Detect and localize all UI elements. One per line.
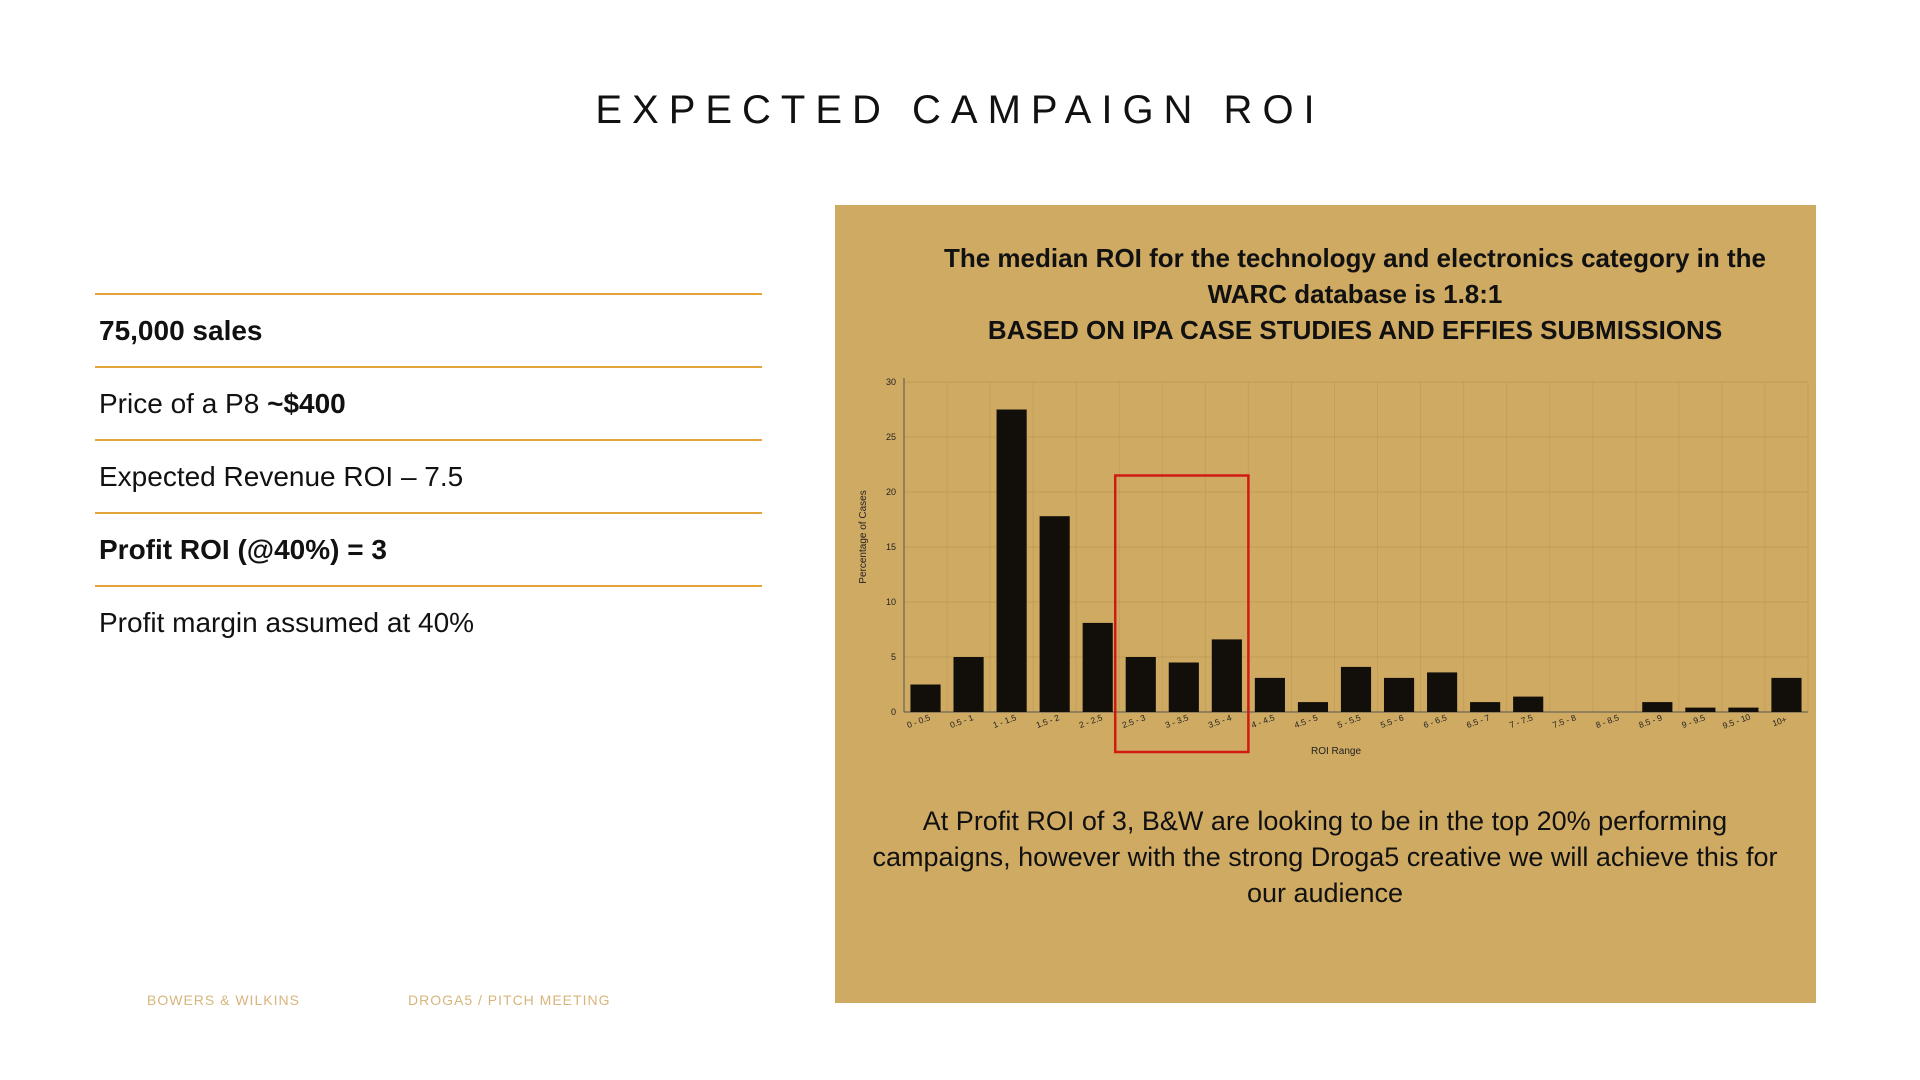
stat-margin: Profit margin assumed at 40% bbox=[95, 585, 762, 658]
bar bbox=[1513, 696, 1544, 712]
bar bbox=[1297, 702, 1329, 712]
x-tick-label: 1 - 1.5 bbox=[992, 712, 1018, 730]
chart-heading-line-1: The median ROI for the technology and el… bbox=[943, 243, 1767, 273]
x-tick-label: 0 - 0.5 bbox=[905, 712, 931, 730]
chart-footnote: At Profit ROI of 3, B&W are looking to b… bbox=[872, 806, 1778, 908]
bar bbox=[1168, 662, 1199, 712]
bar bbox=[1254, 677, 1285, 712]
bar bbox=[1039, 516, 1070, 712]
y-tick-label: 20 bbox=[886, 487, 896, 497]
bar bbox=[1427, 672, 1458, 712]
stat-profit-roi-text: Profit ROI (@40%) = 3 bbox=[99, 533, 387, 565]
x-tick-label: 7 - 7.5 bbox=[1508, 712, 1534, 730]
chart-axes bbox=[903, 378, 1808, 713]
y-tick-label: 10 bbox=[886, 597, 896, 607]
x-tick-label: 9.5 - 10 bbox=[1721, 711, 1752, 730]
y-tick-label: 25 bbox=[886, 432, 896, 442]
stat-price-label: Price of a P8 bbox=[99, 387, 268, 419]
x-tick-label: 9 - 9.5 bbox=[1680, 712, 1706, 730]
stat-margin-text: Profit margin assumed at 40% bbox=[99, 606, 475, 638]
x-axis-label: ROI Range bbox=[1311, 746, 1361, 757]
stat-price-value: ~$400 bbox=[267, 387, 346, 419]
bar bbox=[1383, 677, 1415, 712]
x-tick-label: 6.5 - 7 bbox=[1465, 712, 1491, 730]
y-tick-label: 5 bbox=[891, 652, 896, 662]
y-tick-label: 30 bbox=[886, 377, 896, 387]
x-tick-label: 4.5 - 5 bbox=[1293, 712, 1319, 730]
bar bbox=[1125, 657, 1156, 712]
x-tick-label: 1.5 - 2 bbox=[1035, 712, 1061, 730]
x-tick-label: 3 - 3.5 bbox=[1164, 712, 1190, 730]
bar bbox=[910, 684, 941, 712]
stat-price: Price of a P8 ~$400 bbox=[95, 366, 762, 439]
bar bbox=[1082, 622, 1113, 712]
y-axis-label: Percentage of Cases bbox=[858, 490, 869, 583]
chart-heading-line-2: WARC database is 1.8:1 bbox=[1207, 279, 1503, 309]
stat-revenue-roi: Expected Revenue ROI – 7.5 bbox=[95, 439, 762, 512]
bar bbox=[953, 657, 984, 712]
x-tick-label: 2.5 - 3 bbox=[1121, 712, 1147, 730]
bar bbox=[1642, 702, 1673, 712]
footer-meeting: DROGA5 / PITCH MEETING bbox=[408, 992, 611, 1008]
stat-revenue-roi-text: Expected Revenue ROI – 7.5 bbox=[99, 460, 464, 492]
x-tick-label: 10+ bbox=[1771, 714, 1788, 728]
x-tick-label: 8 - 8.5 bbox=[1594, 712, 1620, 730]
bar bbox=[1771, 677, 1802, 712]
footer-brand: BOWERS & WILKINS bbox=[147, 992, 300, 1008]
x-tick-label: 3.5 - 4 bbox=[1207, 712, 1233, 730]
x-tick-label: 0.5 - 1 bbox=[949, 712, 975, 730]
roi-histogram: 0 5 10 15 20 25 30 0 - 0.5 0.5 - 1 1 - 1.5 1.5 - 2… bbox=[858, 377, 1809, 757]
chart-heading-line-3: BASED ON IPA CASE STUDIES AND EFFIES SUB… bbox=[987, 315, 1723, 345]
bar bbox=[1685, 707, 1716, 712]
x-tick-label: 4 - 4.5 bbox=[1250, 712, 1276, 730]
bar bbox=[996, 409, 1027, 712]
y-tick-label: 15 bbox=[886, 542, 896, 552]
bar bbox=[1211, 639, 1242, 712]
bar bbox=[1728, 707, 1759, 712]
x-tick-label: 8.5 - 9 bbox=[1637, 712, 1663, 730]
chart-heading: The median ROI for the technology and el… bbox=[915, 240, 1795, 348]
bar bbox=[1340, 666, 1372, 712]
stat-profit-roi: Profit ROI (@40%) = 3 bbox=[95, 512, 762, 585]
stat-sales-text: 75,000 sales bbox=[99, 314, 263, 346]
x-tick-label: 5 - 5.5 bbox=[1336, 712, 1362, 730]
page-title: EXPECTED CAMPAIGN ROI bbox=[595, 88, 1325, 132]
roi-chart-panel: The median ROI for the technology and el… bbox=[835, 205, 1816, 1003]
y-tick-label: 0 bbox=[891, 707, 896, 717]
chart-bars bbox=[910, 409, 1802, 712]
stats-list: 75,000 sales Price of a P8 ~$400 Expecte… bbox=[95, 293, 762, 658]
chart-grid bbox=[903, 381, 1809, 713]
stat-sales: 75,000 sales bbox=[95, 293, 762, 366]
x-tick-label: 5.5 - 6 bbox=[1379, 712, 1405, 730]
x-tick-label: 2 - 2.5 bbox=[1078, 712, 1104, 730]
x-tick-label: 6 - 6.5 bbox=[1422, 712, 1448, 730]
bar bbox=[1470, 702, 1501, 712]
x-tick-label: 7.5 - 8 bbox=[1551, 712, 1577, 730]
